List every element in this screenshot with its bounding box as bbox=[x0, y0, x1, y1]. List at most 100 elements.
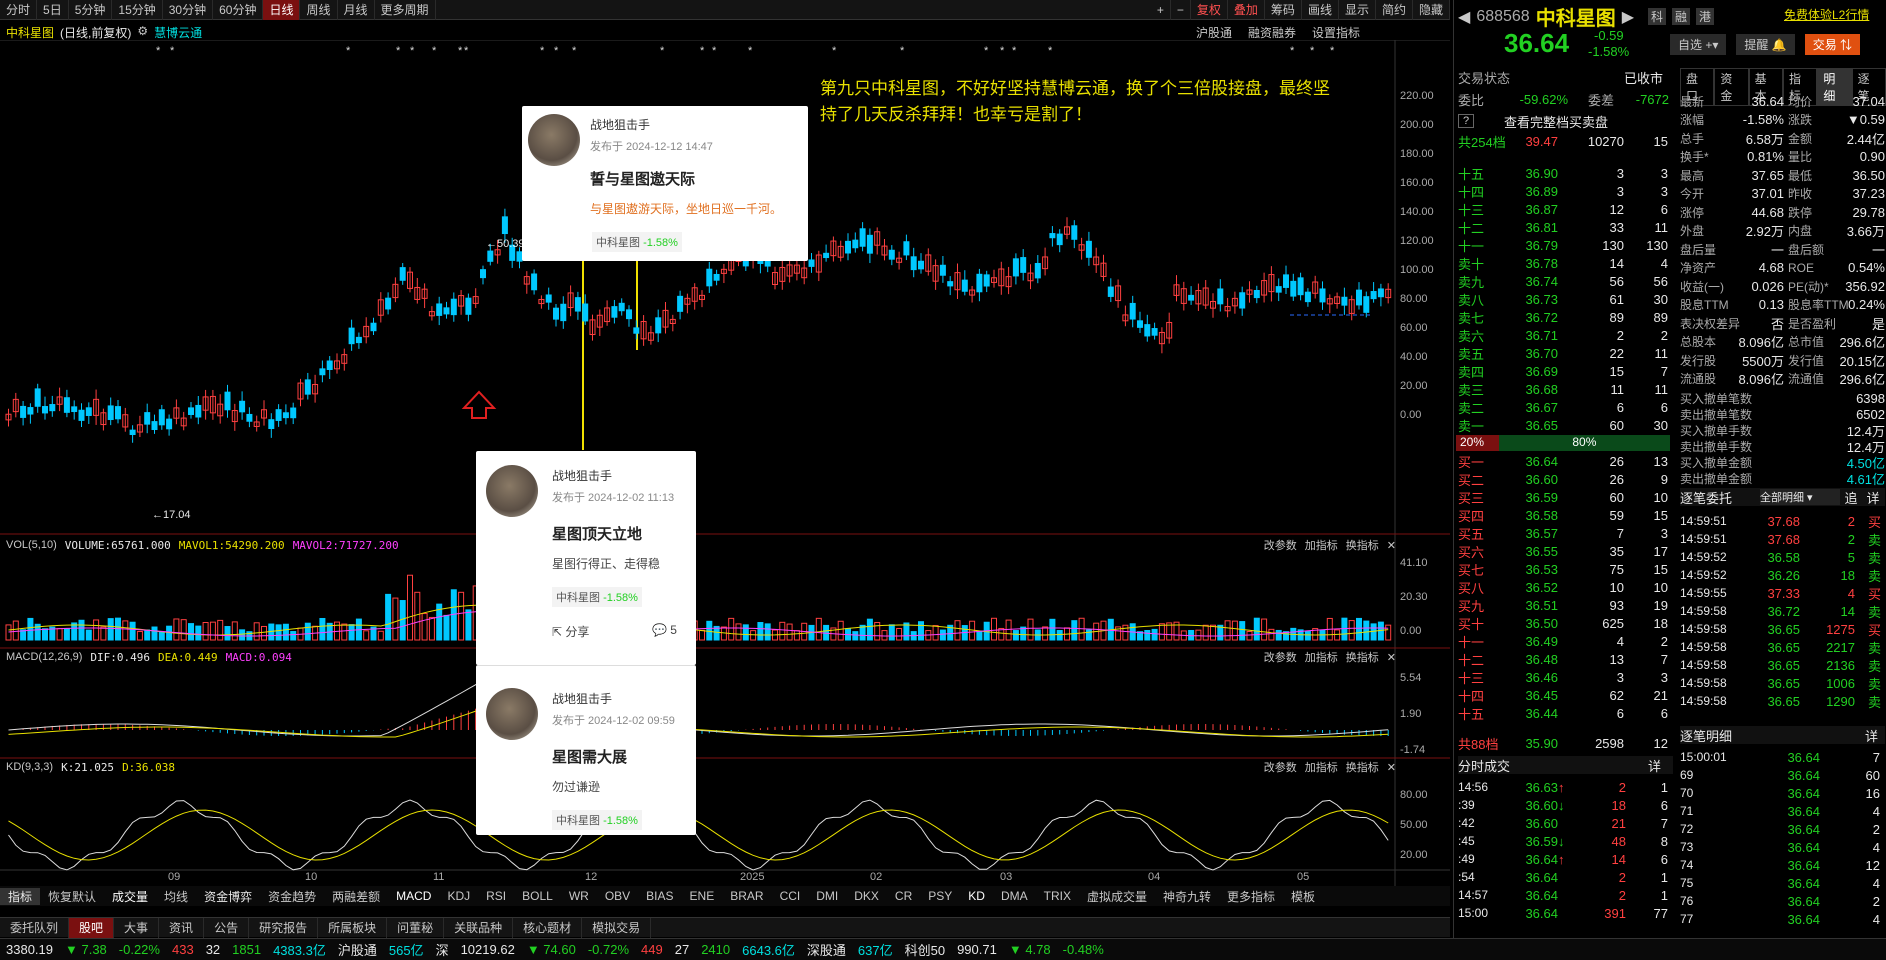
indicator-tab[interactable]: DKX bbox=[846, 889, 887, 903]
event-marker-icon[interactable]: * bbox=[1048, 45, 1053, 57]
bottom-tab[interactable]: 大事 bbox=[114, 917, 160, 938]
indicator-tab[interactable]: BRAR bbox=[722, 889, 771, 903]
display-button[interactable]: 显示 bbox=[1339, 0, 1376, 20]
indicator-tab[interactable]: 更多指标 bbox=[1219, 888, 1283, 905]
book-row[interactable]: 卖六 36.71 2 2 bbox=[1458, 326, 1673, 344]
edit-param-button[interactable]: 改参数 bbox=[1264, 537, 1297, 553]
book-row[interactable]: 十四 36.45 62 21 bbox=[1458, 686, 1673, 704]
post-card-1[interactable]: 战地狙击手 发布于 2024-12-12 14:47 誓与星图遨天际 与星图遨游… bbox=[522, 106, 808, 261]
event-marker-icon[interactable]: * bbox=[554, 45, 559, 57]
event-marker-icon[interactable]: * bbox=[748, 45, 753, 57]
close-icon[interactable]: ✕ bbox=[1387, 651, 1396, 664]
bottom-tab[interactable]: 资讯 bbox=[159, 917, 205, 938]
book-row[interactable]: 十五 36.44 6 6 bbox=[1458, 704, 1673, 722]
indicator-tab[interactable]: 均线 bbox=[156, 888, 196, 905]
event-marker-icon[interactable]: * bbox=[832, 45, 837, 57]
indicator-tab[interactable]: 神奇九转 bbox=[1155, 888, 1219, 905]
indicator-tab[interactable]: WR bbox=[561, 889, 597, 903]
book-row[interactable]: 卖一 36.65 60 30 bbox=[1458, 416, 1673, 434]
event-marker-icon[interactable]: * bbox=[458, 45, 463, 57]
overlay-stock-label[interactable]: 慧博云通 bbox=[154, 24, 202, 41]
book-row[interactable]: 买十 36.50 625 18 bbox=[1458, 614, 1673, 632]
switch-indicator-button[interactable]: 换指标 bbox=[1346, 759, 1379, 775]
tab-fenshi[interactable]: 分时 bbox=[0, 0, 38, 20]
event-marker-icon[interactable]: * bbox=[660, 45, 665, 57]
margin-label[interactable]: 融资融券 bbox=[1248, 24, 1296, 41]
event-marker-icon[interactable]: * bbox=[1290, 45, 1295, 57]
hide-button[interactable]: 隐藏 bbox=[1413, 0, 1450, 20]
hgt-label[interactable]: 沪股通 bbox=[332, 940, 383, 959]
next-icon[interactable]: ▶ bbox=[1622, 7, 1634, 27]
gear-icon[interactable]: ⚙ bbox=[137, 24, 148, 41]
add-indicator-button[interactable]: 加指标 bbox=[1305, 759, 1338, 775]
book-row[interactable]: 十三 36.87 12 6 bbox=[1458, 200, 1673, 218]
post-tag[interactable]: 中科星图 -1.58% bbox=[592, 232, 682, 252]
help-icon[interactable]: ? bbox=[1458, 114, 1474, 128]
share-button[interactable]: ⇱ 分享 bbox=[552, 623, 589, 640]
kc50-label[interactable]: 科创50 bbox=[899, 940, 951, 959]
indicator-tab[interactable]: 指标 bbox=[0, 887, 41, 905]
sz-label[interactable]: 深 bbox=[430, 940, 455, 959]
indicator-tab[interactable]: DMA bbox=[993, 889, 1036, 903]
book-row[interactable]: 卖五 36.70 22 11 bbox=[1458, 344, 1673, 362]
book-row[interactable]: 十二 36.81 33 11 bbox=[1458, 218, 1673, 236]
hgt-label[interactable]: 沪股通 bbox=[1196, 24, 1232, 41]
book-row[interactable]: 卖四 36.69 15 7 bbox=[1458, 362, 1673, 380]
edit-param-button[interactable]: 改参数 bbox=[1264, 649, 1297, 665]
tab-5day[interactable]: 5日 bbox=[37, 0, 69, 20]
tab-more-period[interactable]: 更多周期 bbox=[375, 0, 436, 20]
event-marker-icon[interactable]: * bbox=[432, 45, 437, 57]
event-marker-icon[interactable]: * bbox=[700, 45, 705, 57]
chips-button[interactable]: 筹码 bbox=[1265, 0, 1302, 20]
book-row[interactable]: 买七 36.53 75 15 bbox=[1458, 560, 1673, 578]
indicator-tab[interactable]: 资金博弈 bbox=[196, 888, 260, 905]
prev-icon[interactable]: ◀ bbox=[1458, 7, 1470, 27]
event-marker-icon[interactable]: * bbox=[346, 45, 351, 57]
post-tag[interactable]: 中科星图 -1.58% bbox=[552, 810, 642, 830]
book-row[interactable]: 十四 36.89 3 3 bbox=[1458, 182, 1673, 200]
event-marker-icon[interactable]: * bbox=[540, 45, 545, 57]
bottom-tab[interactable]: 模拟交易 bbox=[582, 917, 652, 938]
book-row[interactable]: 买四 36.58 59 15 bbox=[1458, 506, 1673, 524]
book-row[interactable]: 买三 36.59 60 10 bbox=[1458, 488, 1673, 506]
bottom-tab[interactable]: 核心题材 bbox=[513, 917, 583, 938]
indicator-tab[interactable]: BIAS bbox=[638, 889, 681, 903]
indicator-tab[interactable]: TRIX bbox=[1036, 889, 1079, 903]
event-marker-icon[interactable]: * bbox=[1330, 45, 1335, 57]
detail-button[interactable]: 详 bbox=[1862, 488, 1884, 507]
draw-button[interactable]: 画线 bbox=[1302, 0, 1339, 20]
bottom-tab[interactable]: 公告 bbox=[204, 917, 250, 938]
full-orderbook-link[interactable]: 查看完整档买卖盘 bbox=[1504, 112, 1608, 131]
edit-param-button[interactable]: 改参数 bbox=[1264, 759, 1297, 775]
comment-button[interactable]: 💬 5 bbox=[652, 623, 677, 637]
event-marker-icon[interactable]: * bbox=[1012, 45, 1017, 57]
l2-link[interactable]: 免费体验L2行情 bbox=[1784, 6, 1869, 23]
bottom-tab[interactable]: 研究报告 bbox=[249, 917, 319, 938]
indicator-tab[interactable]: 成交量 bbox=[104, 888, 156, 905]
book-row[interactable]: 卖二 36.67 6 6 bbox=[1458, 398, 1673, 416]
tab-weekly[interactable]: 周线 bbox=[300, 0, 338, 20]
bottom-tab[interactable]: 委托队列 bbox=[0, 917, 70, 938]
book-row[interactable]: 买八 36.52 10 10 bbox=[1458, 578, 1673, 596]
book-row[interactable]: 买六 36.55 35 17 bbox=[1458, 542, 1673, 560]
book-row[interactable]: 十三 36.46 3 3 bbox=[1458, 668, 1673, 686]
switch-indicator-button[interactable]: 换指标 bbox=[1346, 649, 1379, 665]
close-icon[interactable]: ✕ bbox=[1387, 539, 1396, 552]
post-card-3[interactable]: 战地狙击手 发布于 2024-12-02 09:59 星图需大展 勿过谦逊 中科… bbox=[476, 665, 696, 835]
book-row[interactable]: 卖七 36.72 89 89 bbox=[1458, 308, 1673, 326]
event-marker-icon[interactable]: * bbox=[572, 45, 577, 57]
watchlist-button[interactable]: 自选 +▾ bbox=[1670, 34, 1727, 55]
bottom-tab[interactable]: 关联品种 bbox=[444, 917, 514, 938]
alert-button[interactable]: 提醒 🔔 bbox=[1736, 34, 1795, 55]
book-row[interactable]: 十五 36.90 3 3 bbox=[1458, 164, 1673, 182]
indicator-tab[interactable]: KD bbox=[960, 889, 993, 903]
event-marker-icon[interactable]: * bbox=[156, 45, 161, 57]
book-row[interactable]: 买二 36.60 26 9 bbox=[1458, 470, 1673, 488]
event-marker-icon[interactable]: * bbox=[170, 45, 175, 57]
post-card-2[interactable]: 战地狙击手 发布于 2024-12-02 11:13 星图顶天立地 星图行得正、… bbox=[476, 451, 696, 665]
fuquan-button[interactable]: 复权 bbox=[1191, 0, 1228, 20]
book-row[interactable]: 十一 36.49 4 2 bbox=[1458, 632, 1673, 650]
post-tag[interactable]: 中科星图 -1.58% bbox=[552, 587, 642, 607]
event-marker-icon[interactable]: * bbox=[1000, 45, 1005, 57]
indicator-tab[interactable]: CR bbox=[887, 889, 920, 903]
